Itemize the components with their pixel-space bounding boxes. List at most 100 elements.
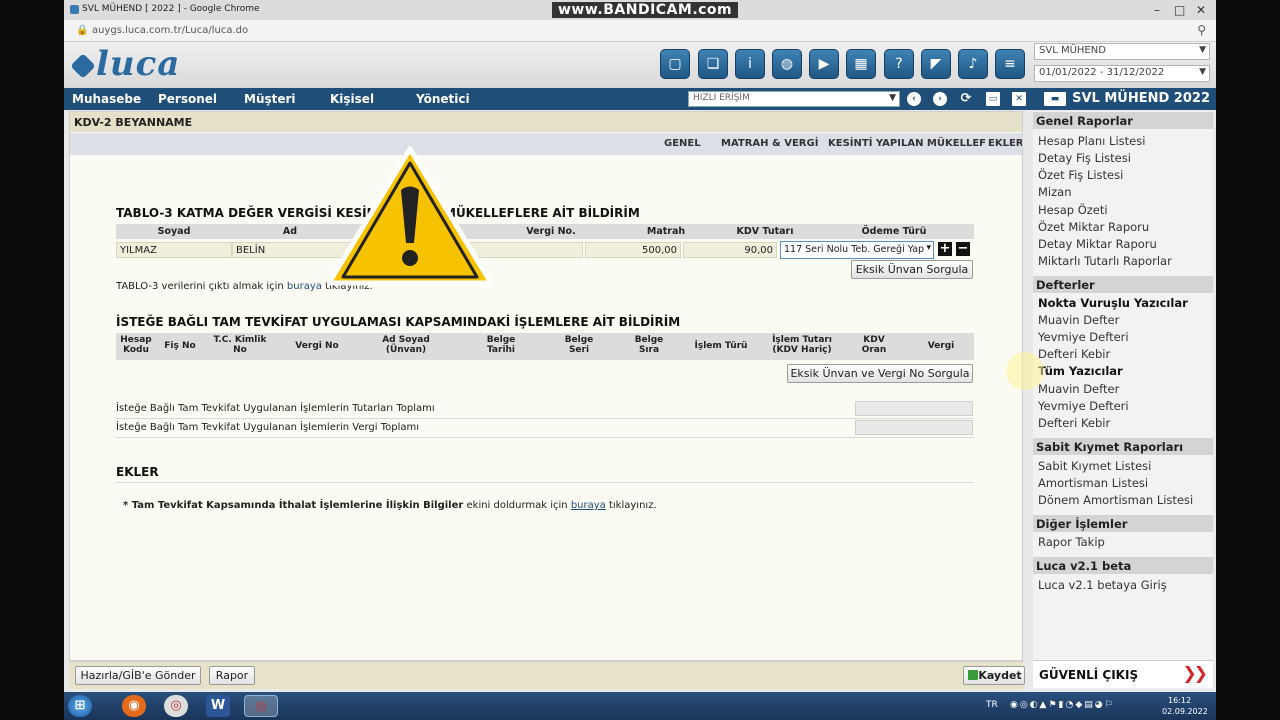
clock-date[interactable]: 02.09.2022	[1162, 707, 1208, 716]
sub-tabs: GENEL MATRAH & VERGİ KESİNTİ YAPILAN MÜK…	[70, 133, 1022, 155]
sidebar-item-donem-amortisman[interactable]: Dönem Amortisman Listesi	[1038, 493, 1193, 507]
ekler-note-bold: * Tam Tevkifat Kapsamında İthalat İşleml…	[123, 500, 464, 511]
refresh-icon[interactable]: ⟳	[959, 92, 973, 106]
info-icon[interactable]: i	[735, 49, 765, 79]
sidebar-item-muavin-defter-2[interactable]: Muavin Defter	[1038, 382, 1119, 396]
firefox-icon[interactable]: ◉	[122, 695, 146, 717]
sidebar-item-ozet-fis[interactable]: Özet Fiş Listesi	[1038, 168, 1123, 182]
menu-item-musteri[interactable]: Müşteri	[244, 92, 296, 106]
sidebar-item-yevmiye-defteri[interactable]: Yevmiye Defteri	[1038, 330, 1129, 344]
sidebar-item-luca-beta-giris[interactable]: Luca v2.1 betaya Giriş	[1038, 578, 1167, 592]
forward-icon[interactable]: ›	[933, 92, 947, 106]
report-button[interactable]: Rapor	[209, 666, 255, 685]
sidebar-item-defteri-kebir[interactable]: Defteri Kebir	[1038, 347, 1110, 361]
sidebar-section-sabit-kiymet: Sabit Kıymet Raporları	[1033, 438, 1213, 455]
send-gib-button[interactable]: Hazırla/GİB'e Gönder	[75, 666, 201, 685]
secure-exit-button[interactable]: GÜVENLİ ÇIKIŞ ❯❯	[1033, 660, 1213, 688]
total-tax-field[interactable]	[855, 420, 973, 435]
sidebar-item-rapor-takip[interactable]: Rapor Takip	[1038, 535, 1105, 549]
calculator-icon[interactable]: ▦	[846, 49, 876, 79]
soyad-field[interactable]: YILMAZ	[116, 242, 232, 258]
globe-icon[interactable]: ◍	[772, 49, 802, 79]
col-vergi-no: Vergi No.	[526, 226, 576, 237]
sidebar-item-ozet-miktar[interactable]: Özet Miktar Raporu	[1038, 220, 1149, 234]
sidebar-subhead-nokta-vuruslu: Nokta Vuruşlu Yazıcılar	[1038, 296, 1188, 310]
menu-item-personel[interactable]: Personel	[158, 92, 217, 106]
sidebar-item-hesap-plani[interactable]: Hesap Planı Listesi	[1038, 134, 1145, 148]
sidebar-item-muavin-defter[interactable]: Muavin Defter	[1038, 313, 1119, 327]
total-amount-field[interactable]	[855, 401, 973, 416]
col-belge-seri: Belge Seri	[564, 335, 594, 355]
save-button[interactable]: Kaydet	[963, 666, 1025, 685]
tab-matrah-vergi[interactable]: MATRAH & VERGİ	[721, 138, 818, 149]
col-vergi-no: Vergi No	[295, 341, 339, 351]
ekler-link[interactable]: buraya	[571, 500, 606, 511]
chrome-icon[interactable]: ◎	[164, 695, 188, 717]
bell-icon[interactable]: ♪	[958, 49, 988, 79]
warning-icon	[326, 146, 494, 286]
back-icon[interactable]: ‹	[907, 92, 921, 106]
system-tray-icons[interactable]: ◉◎◐▲⚑▮◔◆▤◕⚐	[1010, 700, 1115, 710]
window-icon[interactable]: ▭	[986, 92, 1000, 106]
sidebar-item-amortisman-listesi[interactable]: Amortisman Listesi	[1038, 476, 1148, 490]
sidebar-item-detay-miktar[interactable]: Detay Miktar Raporu	[1038, 237, 1157, 251]
kdv-tutari-field[interactable]: 90,00	[683, 242, 777, 258]
start-button-icon[interactable]: ⊞	[68, 695, 92, 717]
language-indicator[interactable]: TR	[986, 700, 998, 710]
eksik-unvan-vergi-no-sorgula-button[interactable]: Eksik Ünvan ve Vergi No Sorgula	[787, 364, 973, 383]
odeme-turu-select[interactable]: 117 Seri Nolu Teb. Gereği Yap ▾	[780, 241, 934, 259]
word-icon[interactable]: W	[206, 695, 230, 717]
sidebar-item-sabit-kiymet-listesi[interactable]: Sabit Kıymet Listesi	[1038, 459, 1151, 473]
help-icon[interactable]: ?	[884, 49, 914, 79]
sidebar-item-hesap-ozeti[interactable]: Hesap Özeti	[1038, 203, 1108, 217]
chrome-active-icon[interactable]: ◎	[244, 695, 278, 717]
tevkifat-title: İSTEĞE BAĞLI TAM TEVKİFAT UYGULAMASI KAP…	[116, 315, 681, 329]
megaphone-icon[interactable]: ◤	[921, 49, 951, 79]
eksik-unvan-sorgula-button[interactable]: Eksik Ünvan Sorgula	[851, 260, 973, 279]
menu-item-muhasebe[interactable]: Muhasebe	[72, 92, 141, 106]
sidebar-item-miktarli-tutarli[interactable]: Miktarlı Tutarlı Raporlar	[1038, 254, 1172, 268]
sidebar-item-defteri-kebir-2[interactable]: Defteri Kebir	[1038, 416, 1110, 430]
main-content: KDV-2 BEYANNAME GENEL MATRAH & VERGİ KES…	[69, 111, 1023, 661]
menu-item-kisisel[interactable]: Kişisel	[330, 92, 374, 106]
divider	[116, 418, 974, 419]
youtube-icon[interactable]: ▶	[809, 49, 839, 79]
fullscreen-icon[interactable]: ▬	[1044, 92, 1066, 106]
period-select[interactable]: 01/01/2022 - 31/12/2022 ▼	[1034, 65, 1210, 82]
menu-item-yonetici[interactable]: Yönetici	[416, 92, 470, 106]
zoom-icon[interactable]: ⚲	[1197, 23, 1206, 37]
ekler-note-end: tıklayınız.	[608, 500, 657, 511]
notes-icon[interactable]: ▢	[660, 49, 690, 79]
close-tab-icon[interactable]: ✕	[1012, 92, 1026, 106]
tab-title: SVL MÜHEND [ 2022 ] - Google Chrome	[82, 4, 260, 14]
remove-row-icon[interactable]: −	[956, 242, 970, 256]
quick-access-select[interactable]: HIZLI ERİŞİM ▼	[688, 91, 900, 107]
save-icon	[968, 670, 978, 680]
address-bar[interactable]: 🔒 auygs.luca.com.tr/Luca/luca.do ⚲	[64, 20, 1216, 42]
maximize-icon[interactable]: □	[1174, 3, 1185, 17]
period-select-value: 01/01/2022 - 31/12/2022	[1039, 67, 1165, 78]
scrollbar-thumb[interactable]	[1022, 400, 1023, 560]
book-icon[interactable]: ❏	[698, 49, 728, 79]
company-select[interactable]: SVL MÜHEND ▼	[1034, 43, 1210, 60]
output-link[interactable]: buraya	[287, 281, 322, 292]
close-icon[interactable]: ✕	[1196, 3, 1206, 17]
tab-kesinti-yapilan-mukellef[interactable]: KESİNTİ YAPILAN MÜKELLEF	[828, 138, 986, 149]
clock-time[interactable]: 16:12	[1168, 696, 1191, 705]
chevron-down-icon: ▼	[889, 93, 896, 103]
sidebar-item-detay-fis[interactable]: Detay Fiş Listesi	[1038, 151, 1131, 165]
col-islem-tutari: İşlem Tutarı (KDV Hariç)	[772, 335, 832, 355]
url-text[interactable]: auygs.luca.com.tr/Luca/luca.do	[92, 25, 248, 36]
tab-ekler[interactable]: EKLER	[988, 138, 1022, 149]
output-note-before: TABLO-3 verilerini çıktı almak için	[116, 281, 284, 292]
document-icon[interactable]: ≡	[995, 49, 1025, 79]
matrah-field[interactable]: 500,00	[585, 242, 681, 258]
add-row-icon[interactable]: +	[938, 242, 952, 256]
sidebar-item-mizan[interactable]: Mizan	[1038, 185, 1072, 199]
tab-genel[interactable]: GENEL	[664, 138, 701, 149]
ekler-note: * Tam Tevkifat Kapsamında İthalat İşleml…	[123, 500, 657, 511]
sidebar-item-yevmiye-defteri-2[interactable]: Yevmiye Defteri	[1038, 399, 1129, 413]
minimize-icon[interactable]: –	[1154, 3, 1160, 17]
save-label: Kaydet	[978, 669, 1022, 682]
content-scrollbar[interactable]	[1021, 155, 1023, 660]
